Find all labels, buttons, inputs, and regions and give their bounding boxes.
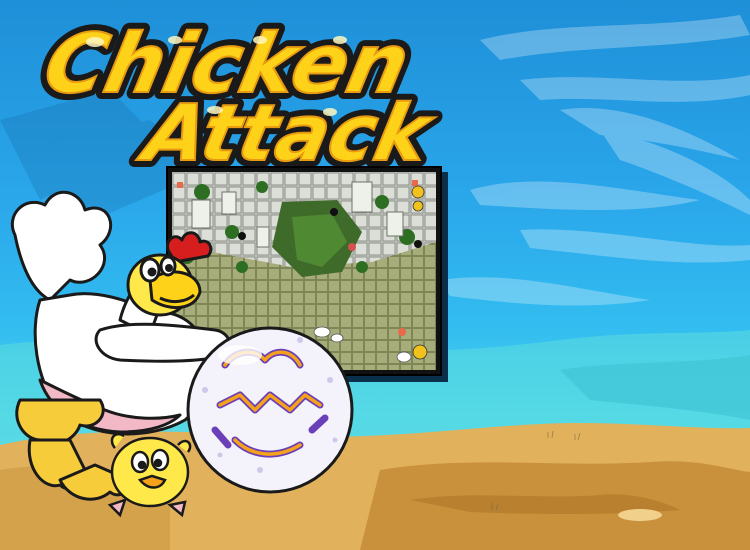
characters-layer xyxy=(10,190,354,518)
magic-ball xyxy=(186,326,354,494)
baby-chick xyxy=(107,432,192,518)
title-screen: Chicken Chicken Attack Attack xyxy=(0,0,750,550)
